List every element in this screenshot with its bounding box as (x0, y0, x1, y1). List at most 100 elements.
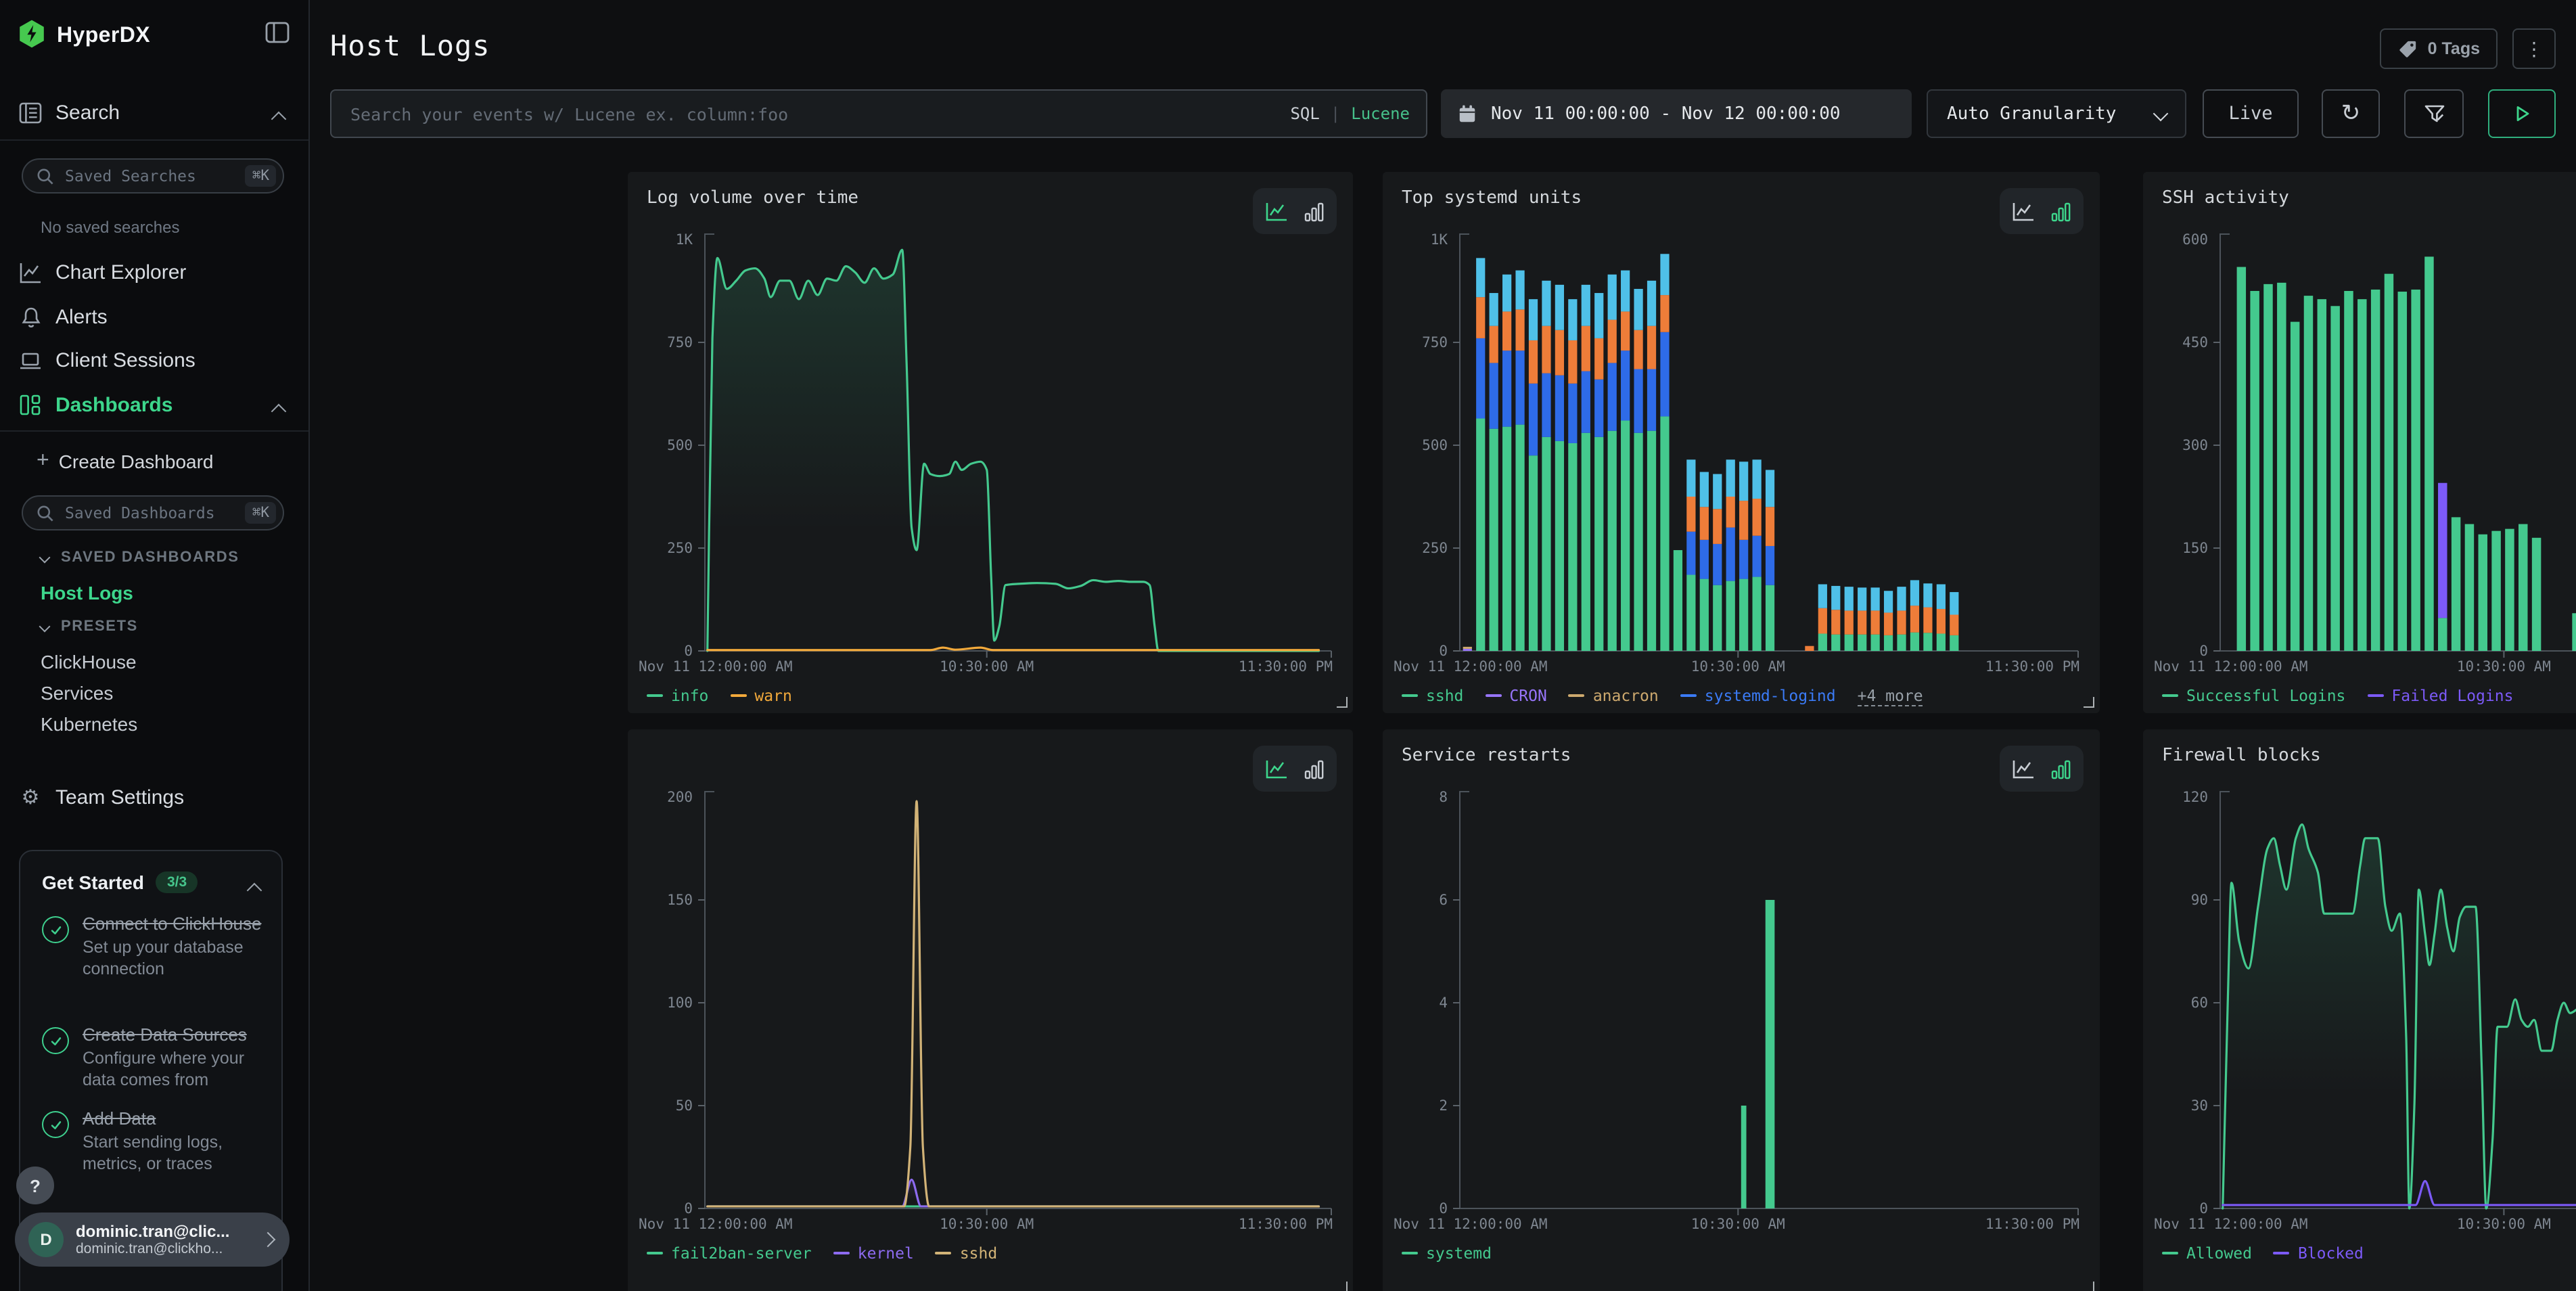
get-started-title: Get Started (42, 871, 144, 893)
line-chart-icon[interactable] (2012, 758, 2035, 779)
sidebar-item-kubernetes[interactable]: Kubernetes (41, 713, 137, 735)
legend-more-label[interactable]: +4 more (1858, 685, 1923, 706)
sql-toggle[interactable]: SQL (1290, 104, 1319, 123)
chart-legend: info warn (628, 678, 1353, 713)
team-settings-label: Team Settings (55, 786, 184, 809)
legend-item[interactable]: +4 more (1858, 685, 1923, 706)
dashboards-icon (19, 393, 42, 416)
get-started-task[interactable]: Create Data SourcesConfigure where your … (42, 1024, 265, 1091)
legend-dash (647, 1252, 663, 1254)
play-button[interactable] (2488, 89, 2556, 138)
kebab-menu-button[interactable]: ⋮ (2512, 28, 2556, 69)
client-sessions-label: Client Sessions (55, 348, 196, 371)
chart-panel: Service restarts 86420Nov 11 12:00:00 AM… (1383, 729, 2100, 1291)
legend-item[interactable]: fail2ban-server (647, 1244, 812, 1263)
sidebar-item-alerts[interactable]: Alerts (0, 299, 308, 334)
legend-item[interactable]: info (647, 686, 708, 705)
event-search-input[interactable]: Search your events w/ Lucene ex. column:… (330, 89, 1427, 138)
legend-item[interactable]: sshd (1402, 686, 1463, 705)
legend-item[interactable]: systemd-logind (1680, 686, 1836, 705)
chart-area: 1K7505002500Nov 11 12:00:00 AM10:30:00 A… (628, 221, 1353, 678)
chart-legend: Successful Logins Failed Logins (2143, 678, 2576, 713)
log-volume-over-time-chart[interactable]: 1K7505002500Nov 11 12:00:00 AM10:30:00 A… (628, 221, 1353, 678)
granularity-select[interactable]: Auto Granularity (1927, 89, 2186, 138)
help-button[interactable]: ? (16, 1167, 54, 1204)
get-started-task[interactable]: Connect to ClickHouseSet up your databas… (42, 913, 265, 980)
chart-title (628, 729, 1353, 778)
create-dashboard-button[interactable]: + Create Dashboard (0, 447, 308, 476)
legend-label: fail2ban-server (671, 1244, 812, 1263)
chevron-up-icon[interactable] (247, 883, 262, 899)
user-email: dominic.tran@clickho... (76, 1241, 262, 1257)
user-profile-chip[interactable]: D dominic.tran@clic... dominic.tran@clic… (15, 1213, 290, 1267)
bar-chart-icon[interactable] (1304, 758, 1325, 779)
chart-view-toggle (1253, 188, 1337, 234)
tags-button-label: 0 Tags (2428, 39, 2480, 58)
top-systemd-units-chart[interactable]: 1K7505002500Nov 11 12:00:00 AM10:30:00 A… (1383, 221, 2100, 678)
sidebar-item-client-sessions[interactable]: Client Sessions (0, 342, 308, 378)
chart-view-toggle (2000, 746, 2084, 792)
bar-chart-icon[interactable] (2051, 201, 2071, 221)
svg-text:4: 4 (1439, 995, 1448, 1011)
time-range-picker[interactable]: Nov 11 00:00:00 - Nov 12 00:00:00 (1441, 89, 1912, 138)
sidebar-collapse-icon[interactable] (265, 22, 290, 50)
firewall-blocks-chart[interactable]: 1209060300Nov 11 12:00:00 AM10:30:00 AM1… (2143, 778, 2576, 1236)
legend-item[interactable]: CRON (1485, 686, 1546, 705)
svg-text:250: 250 (1422, 540, 1448, 556)
filter-button[interactable] (2404, 89, 2464, 138)
legend-dash (833, 1252, 850, 1254)
bar-chart-icon[interactable] (2051, 758, 2071, 779)
legend-item[interactable]: Blocked (2274, 1244, 2364, 1263)
bar-chart-icon[interactable] (1304, 201, 1325, 221)
legend-item[interactable]: systemd (1402, 1244, 1492, 1263)
svg-text:0: 0 (2199, 1200, 2208, 1217)
service-restarts-chart[interactable]: 86420Nov 11 12:00:00 AM10:30:00 AM11:30:… (1383, 778, 2100, 1236)
sidebar-item-clickhouse[interactable]: ClickHouse (41, 651, 137, 673)
line-chart-icon[interactable] (1265, 201, 1288, 221)
sidebar-item-search[interactable]: Search (0, 95, 308, 130)
sidebar-item-host-logs[interactable]: Host Logs (41, 582, 133, 604)
legend-item[interactable]: Successful Logins (2162, 686, 2345, 705)
chart-plot[interactable]: 200150100500Nov 11 12:00:00 AM10:30:00 A… (628, 778, 1353, 1236)
language-divider: | (1331, 104, 1340, 123)
legend-item[interactable]: anacron (1569, 686, 1659, 705)
tags-button[interactable]: 0 Tags (2380, 28, 2498, 69)
lucene-toggle[interactable]: Lucene (1351, 104, 1410, 123)
filter-icon (2422, 102, 2445, 125)
svg-text:1K: 1K (1431, 231, 1448, 248)
sidebar-item-chart-explorer[interactable]: Chart Explorer (0, 254, 308, 290)
panel-resize-handle[interactable] (2084, 697, 2094, 708)
saved-searches-input[interactable]: Saved Searches ⌘K (22, 158, 284, 194)
saved-dashboards-input[interactable]: Saved Dashboards ⌘K (22, 495, 284, 530)
line-chart-icon[interactable] (1265, 758, 1288, 779)
svg-text:10:30:00 AM: 10:30:00 AM (2457, 658, 2551, 675)
panel-resize-handle[interactable] (2084, 1282, 2094, 1291)
legend-item[interactable]: Allowed (2162, 1244, 2252, 1263)
sidebar-item-dashboards[interactable]: Dashboards (0, 387, 308, 422)
sidebar-item-team-settings[interactable]: ⚙ Team Settings (0, 779, 308, 815)
presets-section-header[interactable]: PRESETS (41, 618, 138, 635)
hyperdx-logo-icon[interactable] (18, 18, 46, 55)
get-started-task[interactable]: Add DataStart sending logs, metrics, or … (42, 1108, 265, 1175)
legend-item[interactable]: warn (730, 686, 791, 705)
search-section-icon (19, 101, 42, 124)
sidebar-item-services[interactable]: Services (41, 682, 113, 704)
svg-text:11:30:00 PM: 11:30:00 PM (1239, 658, 1333, 675)
ssh-activity-chart[interactable]: 6004503001500Nov 11 12:00:00 AM10:30:00 … (2143, 221, 2576, 678)
legend-item[interactable]: Failed Logins (2367, 686, 2513, 705)
legend-item[interactable]: sshd (936, 1244, 997, 1263)
task-title: Create Data Sources (83, 1024, 265, 1047)
panel-resize-handle[interactable] (1337, 697, 1348, 708)
chart-title: Service restarts (1383, 729, 2100, 778)
saved-dashboards-section-header[interactable]: SAVED DASHBOARDS (41, 549, 239, 566)
svg-text:150: 150 (667, 892, 693, 908)
live-button[interactable]: Live (2203, 89, 2299, 138)
legend-item[interactable]: kernel (833, 1244, 914, 1263)
svg-text:11:30:00 PM: 11:30:00 PM (1985, 658, 2079, 675)
line-chart-icon[interactable] (2012, 201, 2035, 221)
user-name: dominic.tran@clic... (76, 1222, 262, 1241)
legend-label: warn (754, 686, 791, 705)
refresh-button[interactable]: ↻ (2322, 89, 2380, 138)
panel-resize-handle[interactable] (1337, 1282, 1348, 1291)
chart-legend: systemd (1383, 1236, 2100, 1271)
